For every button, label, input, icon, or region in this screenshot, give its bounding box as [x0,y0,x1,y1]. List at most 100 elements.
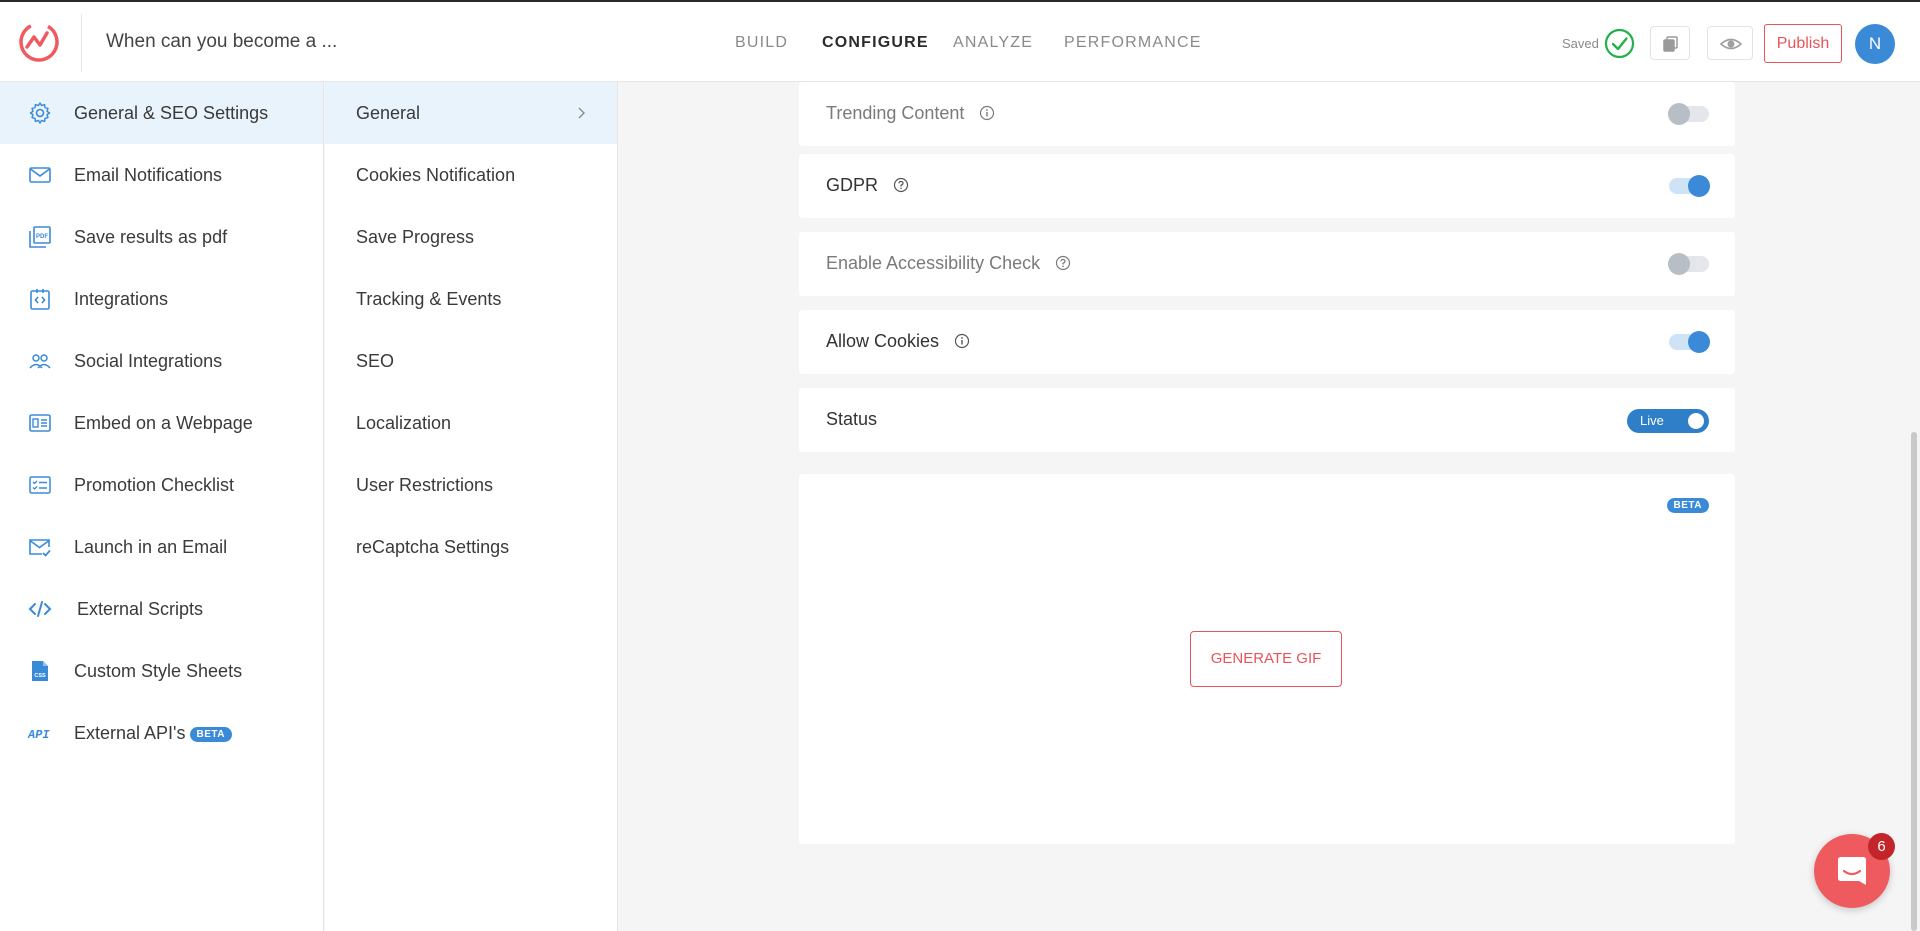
settings-content: Trending Content GDPR Enable Accessibili… [619,82,1920,931]
settings-sidebar: General & SEO Settings Email Notificatio… [0,82,324,931]
allow-cookies-toggle[interactable] [1669,331,1710,353]
sidebar-item-label: External Scripts [77,599,204,619]
submenu-item-label: General [356,103,421,123]
sidebar-item-launch-email[interactable]: Launch in an Email [0,516,323,578]
setting-label: GDPR [826,175,909,196]
setting-row-trending-content: Trending Content [799,82,1735,146]
sidebar-item-general-seo[interactable]: General & SEO Settings [0,82,323,144]
setting-label-text: GDPR [826,175,879,195]
checklist-icon [29,476,51,494]
sidebar-item-label: External API's BETA [74,723,232,744]
quiz-title[interactable]: When can you become a ... [106,31,337,53]
avatar[interactable]: N [1855,24,1895,64]
publish-button[interactable]: Publish [1764,24,1842,63]
sidebar-item-label: Email Notifications [74,165,223,185]
submenu-item-cookies-notification[interactable]: Cookies Notification [325,144,617,206]
submenu-item-general[interactable]: General [325,82,617,144]
nav-analyze[interactable]: ANALYZE [953,34,1033,52]
toggle-knob [1668,103,1690,125]
status-live-toggle[interactable]: Live [1627,409,1709,433]
css-file-icon: CSS [32,661,48,681]
sidebar-item-embed-webpage[interactable]: Embed on a Webpage [0,392,323,454]
status-value: Live [1640,413,1664,428]
setting-row-status: Status Live [799,388,1735,452]
preview-button[interactable] [1707,26,1753,60]
setting-row-accessibility-check: Enable Accessibility Check [799,232,1735,296]
sidebar-item-social-integrations[interactable]: Social Integrations [0,330,323,392]
sidebar-item-label: General & SEO Settings [74,103,269,123]
setting-label-text: Trending Content [826,103,965,123]
submenu-item-label: User Restrictions [356,475,494,495]
help-icon[interactable] [893,177,909,193]
integrations-icon [30,289,50,310]
submenu-item-label: Save Progress [356,227,475,247]
sidebar-item-label: Save results as pdf [74,227,228,247]
beta-badge: BETA [1666,498,1709,513]
header-divider [81,14,82,72]
scrollbar[interactable] [1911,432,1917,931]
status-label: Status [826,409,878,429]
sidebar-item-label: Integrations [74,289,169,309]
svg-text:API: API [28,728,50,742]
chat-icon [1838,857,1866,885]
trending-content-toggle[interactable] [1668,103,1709,125]
setting-row-allow-cookies: Allow Cookies [799,310,1735,374]
gif-generator-card: BETA GENERATE GIF [799,474,1735,844]
gdpr-toggle[interactable] [1669,175,1710,197]
sidebar-item-label: Launch in an Email [74,537,228,557]
gear-icon [29,102,51,124]
nav-configure[interactable]: CONFIGURE [822,34,929,52]
sidebar-item-promotion-checklist[interactable]: Promotion Checklist [0,454,323,516]
eye-icon [1720,38,1742,50]
logo-icon[interactable] [17,20,61,64]
nav-performance[interactable]: PERFORMANCE [1064,34,1202,52]
sidebar-item-external-scripts[interactable]: External Scripts [0,578,323,640]
svg-text:PDF: PDF [36,234,48,240]
setting-label: Trending Content [826,103,995,124]
info-icon[interactable] [954,333,970,349]
email-check-icon [29,539,51,557]
submenu-item-recaptcha-settings[interactable]: reCaptcha Settings [325,516,617,578]
setting-label: Enable Accessibility Check [826,253,1071,274]
submenu-item-save-progress[interactable]: Save Progress [325,206,617,268]
sidebar-item-custom-style-sheets[interactable]: CSS Custom Style Sheets [0,640,323,702]
top-bar: When can you become a ... BUILD CONFIGUR… [0,0,1920,82]
toggle-knob [1688,175,1710,197]
generate-gif-button[interactable]: GENERATE GIF [1190,631,1342,687]
embed-icon [29,414,51,432]
duplicate-button[interactable] [1650,26,1690,60]
sidebar-item-label: Custom Style Sheets [74,661,243,681]
beta-badge: BETA [189,726,232,742]
saved-check-icon [1604,28,1635,59]
general-submenu: General Cookies Notification Save Progre… [325,82,618,931]
toggle-knob [1668,253,1690,275]
copy-icon [1663,36,1678,52]
accessibility-check-toggle[interactable] [1668,253,1709,275]
api-icon: API [28,728,50,742]
submenu-item-localization[interactable]: Localization [325,392,617,454]
setting-label-text: Allow Cookies [826,331,940,351]
pdf-icon: PDF [29,226,51,248]
submenu-item-tracking-events[interactable]: Tracking & Events [325,268,617,330]
saved-label: Saved [1562,36,1599,51]
toggle-knob [1688,413,1704,429]
submenu-item-label: Cookies Notification [356,165,516,185]
sidebar-item-integrations[interactable]: Integrations [0,268,323,330]
chat-unread-badge: 6 [1868,833,1895,860]
submenu-item-label: Localization [356,413,452,433]
chevron-right-icon [578,107,585,119]
info-icon[interactable] [979,105,995,121]
sidebar-item-label: Social Integrations [74,351,223,371]
sidebar-item-label: Promotion Checklist [74,475,235,495]
submenu-item-label: Tracking & Events [356,289,502,309]
setting-label: Allow Cookies [826,331,970,352]
submenu-item-label: reCaptcha Settings [356,537,510,557]
sidebar-item-save-pdf[interactable]: PDF Save results as pdf [0,206,323,268]
nav-build[interactable]: BUILD [735,34,788,52]
sidebar-item-external-apis[interactable]: API External API's BETA [0,702,323,764]
submenu-item-user-restrictions[interactable]: User Restrictions [325,454,617,516]
help-icon[interactable] [1055,255,1071,271]
submenu-item-seo[interactable]: SEO [325,330,617,392]
sidebar-item-email-notifications[interactable]: Email Notifications [0,144,323,206]
svg-text:CSS: CSS [34,673,46,679]
